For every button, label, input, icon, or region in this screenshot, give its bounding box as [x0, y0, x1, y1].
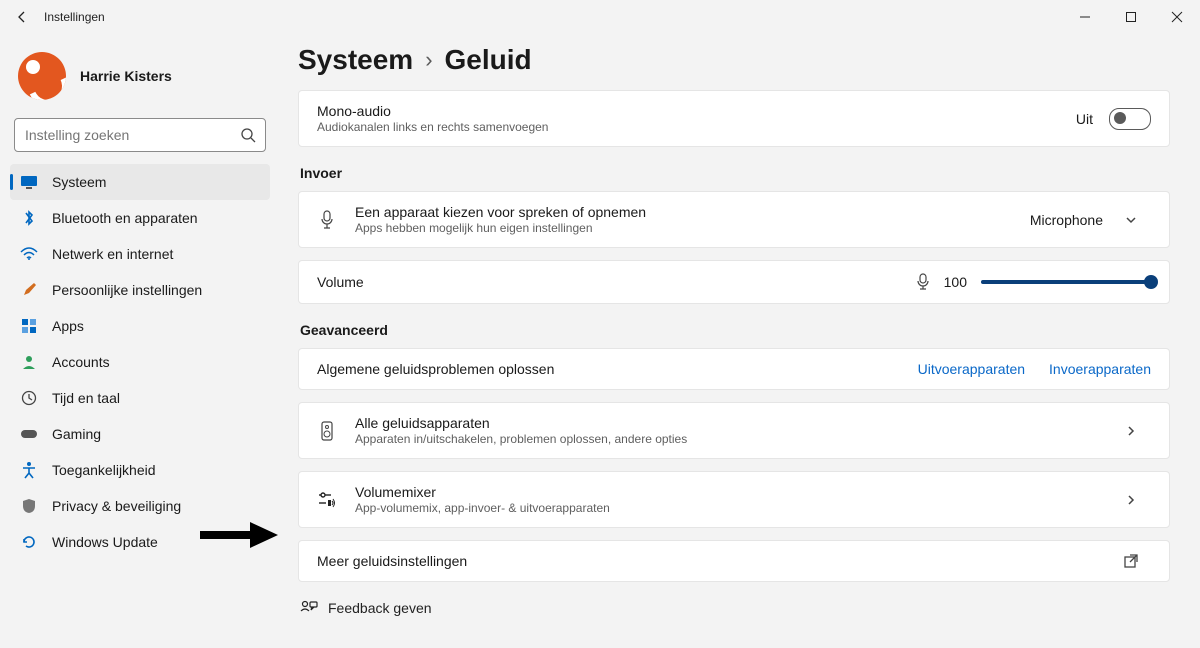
feedback-link[interactable]: Feedback geven: [298, 594, 1170, 616]
bluetooth-icon: [20, 209, 38, 227]
nav-label: Systeem: [52, 174, 106, 190]
nav-label: Gaming: [52, 426, 101, 442]
maximize-button[interactable]: [1108, 0, 1154, 34]
nav-network[interactable]: Netwerk en internet: [10, 236, 270, 272]
more-settings-card[interactable]: Meer geluidsinstellingen: [298, 540, 1170, 582]
card-title: Een apparaat kiezen voor spreken of opne…: [355, 204, 1030, 220]
external-link-icon: [1111, 553, 1151, 569]
titlebar: Instellingen: [0, 0, 1200, 34]
nav-label: Windows Update: [52, 534, 158, 550]
grid-icon: [20, 317, 38, 335]
nav-label: Persoonlijke instellingen: [52, 282, 202, 298]
nav-update[interactable]: Windows Update: [10, 524, 270, 560]
troubleshoot-card: Algemene geluidsproblemen oplossen Uitvo…: [298, 348, 1170, 390]
nav-personalise[interactable]: Persoonlijke instellingen: [10, 272, 270, 308]
nav-accessibility[interactable]: Toegankelijkheid: [10, 452, 270, 488]
card-title: Meer geluidsinstellingen: [317, 553, 1111, 569]
card-subtitle: App-volumemix, app-invoer- & uitvoerappa…: [355, 501, 1111, 515]
nav-privacy[interactable]: Privacy & beveiliging: [10, 488, 270, 524]
section-input: Invoer: [300, 165, 1170, 181]
clock-icon: [20, 389, 38, 407]
refresh-icon: [20, 533, 38, 551]
card-title: Alle geluidsapparaten: [355, 415, 1111, 431]
profile-block[interactable]: Harrie Kisters: [10, 46, 270, 118]
gamepad-icon: [20, 425, 38, 443]
page-title: Geluid: [445, 44, 532, 76]
nav-bluetooth[interactable]: Bluetooth en apparaten: [10, 200, 270, 236]
person-icon: [20, 461, 38, 479]
main-content: Systeem › Geluid Mono-audio Audiokanalen…: [280, 34, 1200, 648]
card-title: Volumemixer: [355, 484, 1111, 500]
microphone-icon: [317, 210, 337, 230]
speaker-icon: [317, 421, 337, 441]
user-icon: [20, 353, 38, 371]
nav-label: Privacy & beveiliging: [52, 498, 181, 514]
nav-accounts[interactable]: Accounts: [10, 344, 270, 380]
profile-name: Harrie Kisters: [80, 68, 172, 84]
nav-label: Tijd en taal: [52, 390, 120, 406]
volume-value: 100: [944, 274, 967, 290]
minimize-button[interactable]: [1062, 0, 1108, 34]
nav-label: Netwerk en internet: [52, 246, 173, 262]
feedback-label: Feedback geven: [328, 600, 432, 616]
input-devices-link[interactable]: Invoerapparaten: [1049, 361, 1151, 377]
breadcrumb-parent[interactable]: Systeem: [298, 44, 413, 76]
nav-apps[interactable]: Apps: [10, 308, 270, 344]
all-devices-card[interactable]: Alle geluidsapparaten Apparaten in/uitsc…: [298, 402, 1170, 459]
mixer-icon: [317, 491, 337, 509]
chevron-right-icon: [1111, 424, 1151, 438]
toggle-state: Uit: [1076, 111, 1093, 127]
close-button[interactable]: [1154, 0, 1200, 34]
display-icon: [20, 173, 38, 191]
search-input[interactable]: [14, 118, 266, 152]
search-box[interactable]: [14, 118, 266, 152]
nav-label: Accounts: [52, 354, 110, 370]
volume-slider[interactable]: [981, 280, 1151, 284]
wifi-icon: [20, 245, 38, 263]
section-advanced: Geavanceerd: [300, 322, 1170, 338]
card-subtitle: Apparaten in/uitschakelen, problemen opl…: [355, 432, 1111, 446]
sidebar: Harrie Kisters Systeem Bluetooth en appa…: [0, 34, 280, 648]
selected-device: Microphone: [1030, 212, 1103, 228]
back-button[interactable]: [14, 9, 30, 25]
output-devices-link[interactable]: Uitvoerapparaten: [918, 361, 1025, 377]
brush-icon: [20, 281, 38, 299]
chevron-right-icon: ›: [425, 47, 432, 73]
card-subtitle: Audiokanalen links en rechts samenvoegen: [317, 120, 1076, 134]
microphone-icon[interactable]: [916, 273, 930, 291]
chevron-down-icon[interactable]: [1111, 213, 1151, 227]
card-title: Volume: [317, 274, 916, 290]
card-title: Algemene geluidsproblemen oplossen: [317, 361, 894, 377]
nav-label: Toegankelijkheid: [52, 462, 156, 478]
input-volume-card: Volume 100: [298, 260, 1170, 304]
chevron-right-icon: [1111, 493, 1151, 507]
card-title: Mono-audio: [317, 103, 1076, 119]
input-device-card[interactable]: Een apparaat kiezen voor spreken of opne…: [298, 191, 1170, 248]
nav-list: Systeem Bluetooth en apparaten Netwerk e…: [10, 164, 270, 560]
mono-toggle[interactable]: [1109, 108, 1151, 130]
search-icon: [240, 127, 256, 143]
window-title: Instellingen: [44, 10, 105, 24]
nav-systeem[interactable]: Systeem: [10, 164, 270, 200]
mono-audio-card[interactable]: Mono-audio Audiokanalen links en rechts …: [298, 90, 1170, 147]
avatar: [18, 52, 66, 100]
nav-label: Apps: [52, 318, 84, 334]
card-subtitle: Apps hebben mogelijk hun eigen instellin…: [355, 221, 1030, 235]
breadcrumb: Systeem › Geluid: [298, 44, 1170, 76]
volume-mixer-card[interactable]: Volumemixer App-volumemix, app-invoer- &…: [298, 471, 1170, 528]
nav-label: Bluetooth en apparaten: [52, 210, 198, 226]
feedback-icon: [300, 600, 318, 616]
shield-icon: [20, 497, 38, 515]
nav-gaming[interactable]: Gaming: [10, 416, 270, 452]
nav-time[interactable]: Tijd en taal: [10, 380, 270, 416]
